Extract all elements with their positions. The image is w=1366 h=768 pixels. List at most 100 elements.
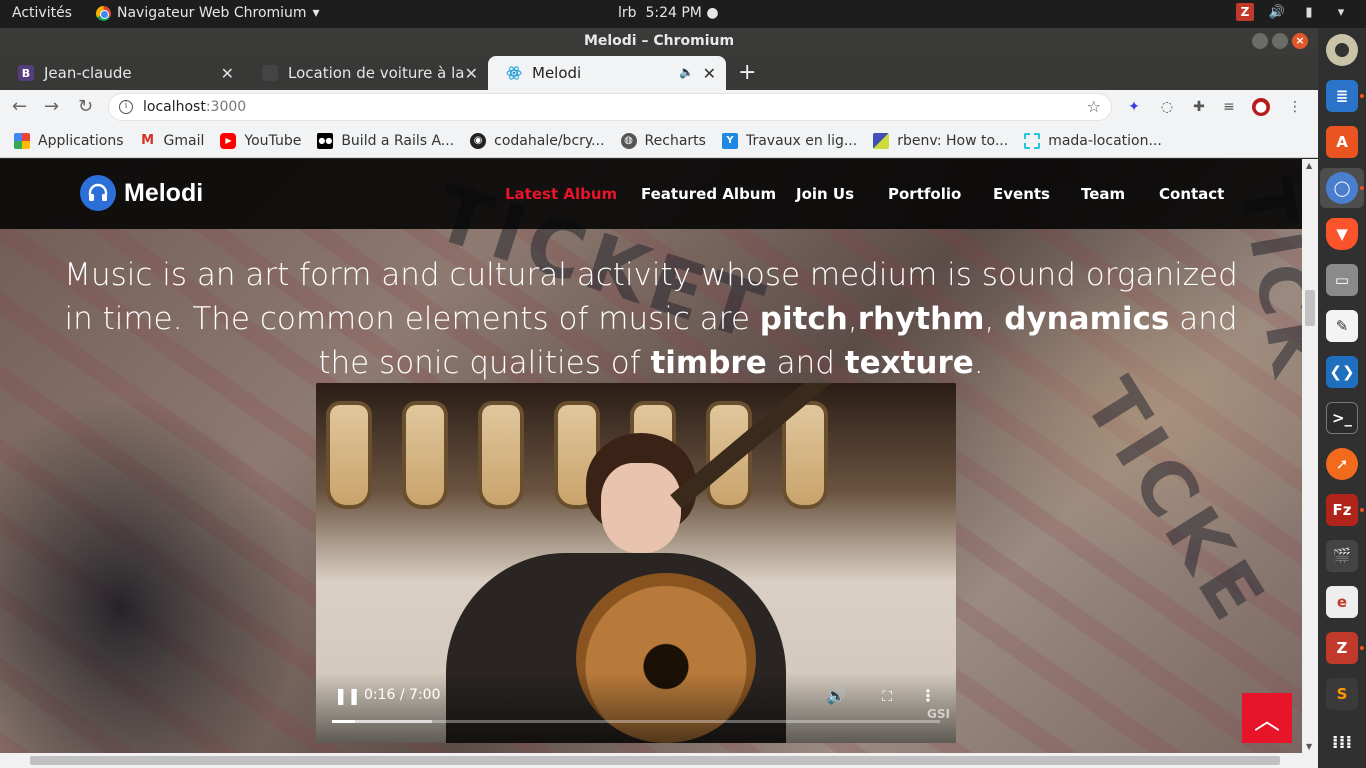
reload-icon[interactable]: ↻ [78, 96, 93, 117]
tab-melodi[interactable]: Melodi 🔈 ✕ [488, 56, 726, 90]
minimize-button[interactable] [1252, 33, 1268, 49]
video-progress-bar[interactable] [332, 720, 940, 723]
ubuntu-dock: ≣ A ◯ ▼ ▭ ✎ ❮❯ >_ ➚ Fz 🎬 e Z S ⁞⁞⁞ [1318, 28, 1366, 768]
bookmark-mada-location[interactable]: mada-location... [1024, 132, 1162, 149]
address-bar[interactable]: i localhost:3000 ☆ [108, 93, 1112, 121]
video-player[interactable]: ❚❚ 0:16 / 7:00 🔊 ⛶ ⋮ GSI [316, 383, 956, 743]
bookmark-star-icon[interactable]: ☆ [1087, 94, 1101, 120]
info-icon[interactable]: i [119, 100, 133, 114]
video-played [332, 720, 356, 723]
text-editor-icon[interactable]: ✎ [1326, 310, 1358, 342]
page-viewport: TICKET TICKE TICK Melodi Latest Album Fe… [0, 159, 1302, 753]
site-icon [262, 65, 278, 81]
filezilla-icon[interactable]: Fz [1326, 494, 1358, 526]
running-indicator [1360, 186, 1364, 190]
brave-icon[interactable]: ▼ [1326, 218, 1358, 250]
libreoffice-writer-icon[interactable]: ≣ [1326, 80, 1358, 112]
nav-join-us[interactable]: Join Us [796, 185, 854, 203]
video-time: 0:16 / 7:00 [364, 687, 441, 703]
nav-portfolio[interactable]: Portfolio [888, 185, 961, 203]
media-controls-icon[interactable]: ≡ [1220, 98, 1238, 116]
vertical-scrollbar[interactable]: ▲ ▼ [1302, 159, 1318, 753]
bookmark-build-rails[interactable]: ●● Build a Rails A... [317, 132, 454, 149]
kebab-menu-icon[interactable]: ⋮ [1286, 98, 1304, 116]
chromium-icon [96, 5, 111, 21]
brand-link[interactable]: Melodi [80, 175, 203, 211]
close-tab-icon[interactable]: ✕ [465, 64, 478, 83]
headphones-icon [80, 175, 116, 211]
extensions-menu-icon[interactable]: ✚ [1190, 98, 1208, 116]
maximize-button[interactable] [1272, 33, 1288, 49]
files-icon[interactable]: ▭ [1326, 264, 1358, 296]
activities-button[interactable]: Activités [12, 5, 72, 21]
extension-icon[interactable]: ◌ [1158, 98, 1176, 116]
new-tab-button[interactable]: + [738, 60, 756, 85]
audio-playing-icon[interactable]: 🔈 [679, 65, 694, 79]
scrollbar-thumb[interactable] [30, 756, 1280, 765]
bookmark-gmail[interactable]: M Gmail [140, 133, 204, 149]
nav-featured-album[interactable]: Featured Album [641, 185, 776, 203]
video-editor-icon[interactable]: 🎬 [1326, 540, 1358, 572]
tab-label: Jean-claude [44, 64, 132, 82]
react-icon [506, 65, 522, 81]
scroll-down-arrow-icon[interactable]: ▼ [1306, 742, 1312, 751]
more-options-icon[interactable]: ⋮ [920, 686, 936, 705]
profile-avatar[interactable]: ● [1252, 98, 1270, 116]
youtube-icon: ▶ [220, 132, 237, 149]
sublime-text-icon[interactable]: S [1326, 678, 1358, 710]
app-menu-label: Navigateur Web Chromium [117, 5, 307, 21]
terminal-icon[interactable]: >_ [1326, 402, 1358, 434]
close-window-button[interactable]: × [1292, 33, 1308, 49]
system-tray[interactable]: Z 🔊 ▮ ▾ [1236, 3, 1350, 21]
zotero-icon[interactable]: Z [1326, 632, 1358, 664]
bookmark-youtube[interactable]: ▶ YouTube [220, 132, 301, 149]
guitar-on-wall [330, 405, 368, 505]
brand-name: Melodi [124, 178, 204, 207]
bookmark-applications[interactable]: Applications [14, 132, 124, 149]
guitar-on-wall [406, 405, 444, 505]
volume-icon[interactable]: 🔊 [826, 686, 846, 705]
battery-icon[interactable]: ▮ [1300, 3, 1318, 21]
url-port: :3000 [205, 99, 247, 115]
bookmark-rbenv[interactable]: rbenv: How to... [873, 132, 1008, 149]
nav-events[interactable]: Events [993, 185, 1050, 203]
pause-icon[interactable]: ❚❚ [334, 686, 361, 705]
reader-icon[interactable]: e [1326, 586, 1358, 618]
scroll-up-arrow-icon[interactable]: ▲ [1306, 161, 1312, 170]
bookmark-codahale[interactable]: ◉ codahale/bcry... [470, 132, 605, 149]
rhythmbox-icon[interactable] [1326, 34, 1358, 66]
vscode-icon[interactable]: ❮❯ [1326, 356, 1358, 388]
close-tab-icon[interactable]: ✕ [221, 64, 234, 83]
volume-icon[interactable]: 🔊 [1268, 3, 1286, 21]
back-arrow-icon[interactable]: ← [12, 96, 27, 117]
app-menu[interactable]: Navigateur Web Chromium ▾ [96, 5, 320, 21]
bookmark-recharts[interactable]: ◍ Recharts [620, 132, 706, 149]
show-applications-icon[interactable]: ⁞⁞⁞ [1326, 726, 1358, 758]
zotero-tray-icon[interactable]: Z [1236, 3, 1254, 21]
bookmark-travaux[interactable]: Y Travaux en lig... [721, 132, 857, 149]
browser-toolbar: ← → ↻ i localhost:3000 ☆ ✦ ◌ ✚ ≡ ● ⋮ [0, 90, 1318, 124]
software-center-icon[interactable]: A [1326, 126, 1358, 158]
extension-puzzle-icon[interactable]: ✦ [1125, 98, 1143, 116]
close-tab-icon[interactable]: ✕ [703, 64, 716, 83]
nav-contact[interactable]: Contact [1159, 185, 1224, 203]
chevron-down-icon[interactable]: ▾ [1332, 3, 1350, 21]
clock[interactable]: lrb 5:24 PM ● [618, 5, 719, 21]
tab-jean-claude[interactable]: B Jean-claude ✕ [0, 56, 244, 90]
running-indicator [1360, 94, 1364, 98]
forward-arrow-icon[interactable]: → [44, 96, 59, 117]
mada-icon [1024, 132, 1041, 149]
chromium-icon[interactable]: ◯ [1326, 172, 1358, 204]
postman-icon[interactable]: ➚ [1326, 448, 1358, 480]
tab-location-voiture[interactable]: Location de voiture à la Ré ✕ [244, 56, 488, 90]
nav-team[interactable]: Team [1081, 185, 1125, 203]
horizontal-scrollbar[interactable] [0, 753, 1318, 768]
chevron-down-icon: ▾ [312, 5, 320, 21]
scroll-to-top-button[interactable]: ︿ [1242, 693, 1292, 743]
travaux-icon: Y [721, 132, 738, 149]
nav-latest-album[interactable]: Latest Album [505, 185, 617, 203]
scrollbar-thumb[interactable] [1305, 290, 1315, 326]
fullscreen-icon[interactable]: ⛶ [882, 689, 892, 705]
bootstrap-icon: B [18, 65, 34, 81]
apps-grid-icon [14, 132, 30, 149]
